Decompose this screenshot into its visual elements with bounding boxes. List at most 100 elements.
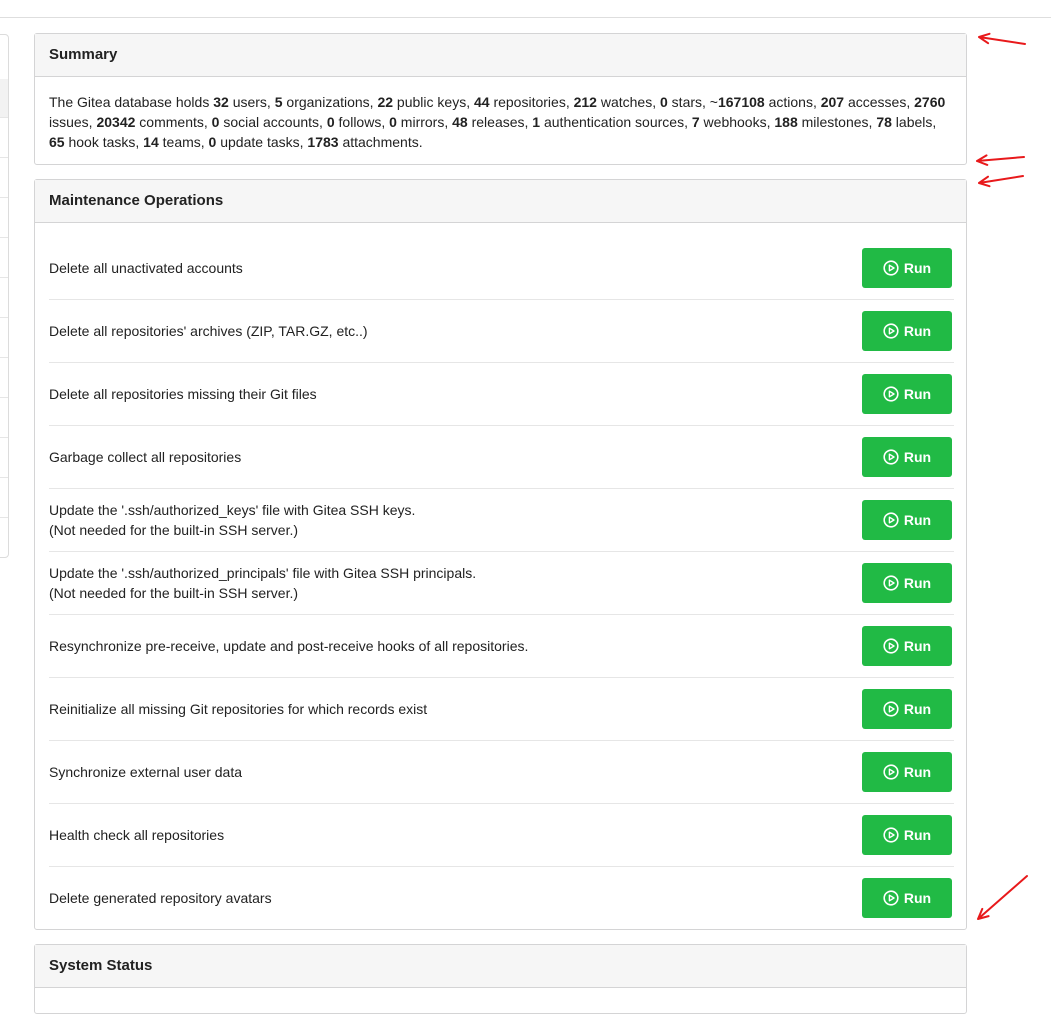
run-button[interactable]: Run [862, 500, 952, 540]
operation-description: Synchronize external user data [49, 762, 242, 782]
operation-description-line: Delete all repositories missing their Gi… [49, 386, 317, 402]
operation-description-line: Health check all repositories [49, 827, 225, 843]
operation-description-line: Synchronize external user data [49, 764, 242, 780]
summary-count: 20342 [96, 114, 136, 130]
sidebar-divider [0, 117, 8, 118]
summary-count: 78 [876, 114, 892, 130]
summary-count: 167108 [717, 94, 765, 110]
sidebar-divider [0, 317, 8, 318]
maintenance-header: Maintenance Operations [35, 180, 966, 223]
summary-label: labels, [891, 114, 937, 130]
top-header-bar [0, 0, 1051, 18]
run-button-label: Run [903, 575, 932, 591]
run-button[interactable]: Run [862, 878, 952, 918]
run-button[interactable]: Run [862, 752, 952, 792]
run-button-label: Run [903, 827, 932, 843]
play-circle-icon [883, 764, 899, 780]
sidebar-divider [0, 277, 8, 278]
summary-label: update tasks, [216, 134, 308, 150]
run-button-label: Run [903, 638, 932, 654]
summary-label: hook tasks, [64, 134, 144, 150]
operation-description: Health check all repositories [49, 825, 224, 845]
play-circle-icon [883, 701, 899, 717]
operation-note: (Not needed for the built-in SSH server.… [49, 585, 299, 601]
run-button[interactable]: Run [862, 626, 952, 666]
summary-label: mirrors, [396, 114, 453, 130]
admin-sidebar-menu[interactable] [0, 34, 9, 558]
operation-row: Resynchronize pre-receive, update and po… [49, 615, 954, 678]
run-button[interactable]: Run [862, 248, 952, 288]
play-circle-icon [883, 575, 899, 591]
red-arrow-icon [978, 175, 1024, 188]
summary-count: 188 [774, 114, 798, 130]
operation-row: Delete all unactivated accounts Run [49, 237, 954, 300]
run-button-label: Run [903, 890, 932, 906]
sidebar-selected-item[interactable] [0, 79, 8, 117]
operation-note: (Not needed for the built-in SSH server.… [49, 522, 299, 538]
operation-description-line: Update the '.ssh/authorized_keys' file w… [49, 502, 416, 518]
summary-text: The Gitea database holds 32 users, 5 org… [35, 77, 966, 152]
play-circle-icon [883, 386, 899, 402]
operation-description: Delete all unactivated accounts [49, 258, 243, 278]
run-button[interactable]: Run [862, 563, 952, 603]
summary-label: watches, [596, 94, 660, 110]
sidebar-divider [0, 197, 8, 198]
run-button[interactable]: Run [862, 815, 952, 855]
summary-label: teams, [158, 134, 209, 150]
run-button-label: Run [903, 512, 932, 528]
summary-count: 207 [820, 94, 845, 110]
summary-label: social accounts, [219, 114, 327, 130]
operation-description-line: Garbage collect all repositories [49, 449, 242, 465]
run-button[interactable]: Run [862, 374, 952, 414]
run-button-label: Run [903, 449, 932, 465]
sidebar-divider [0, 517, 8, 518]
operations-list: Delete all unactivated accounts Run Delete… [35, 223, 966, 929]
sidebar-divider [0, 357, 8, 358]
summary-header: Summary [35, 34, 966, 77]
summary-count: 1 [532, 114, 541, 130]
run-button-label: Run [903, 260, 932, 276]
summary-label: comments, [135, 114, 212, 130]
play-circle-icon [883, 449, 899, 465]
summary-label: attachments. [338, 134, 423, 150]
summary-count: 32 [213, 94, 229, 110]
sidebar-divider [0, 477, 8, 478]
summary-label: public keys, [393, 94, 474, 110]
operation-row: Delete generated repository avatars Run [49, 867, 954, 929]
play-circle-icon [883, 638, 899, 654]
operation-description-line: Resynchronize pre-receive, update and po… [49, 638, 529, 654]
operation-description: Resynchronize pre-receive, update and po… [49, 636, 528, 656]
summary-count: 0 [389, 114, 397, 130]
run-button-label: Run [903, 764, 932, 780]
operation-row: Update the '.ssh/authorized_keys' file w… [49, 489, 954, 552]
summary-label: organizations, [282, 94, 378, 110]
summary-count: 7 [691, 114, 700, 130]
summary-count: 14 [143, 134, 159, 150]
summary-label: milestones, [797, 114, 877, 130]
summary-label: issues, [49, 114, 97, 130]
red-arrow-icon [977, 875, 1028, 920]
operation-description-line: Delete generated repository avatars [49, 890, 272, 906]
summary-count: 48 [452, 114, 468, 130]
operation-row: Synchronize external user data Run [49, 741, 954, 804]
run-button[interactable]: Run [862, 437, 952, 477]
play-circle-icon [883, 890, 899, 906]
play-circle-icon [883, 323, 899, 339]
operation-description: Reinitialize all missing Git repositorie… [49, 699, 427, 719]
sidebar-divider [0, 437, 8, 438]
run-button-label: Run [903, 386, 932, 402]
operation-description-line: Update the '.ssh/authorized_principals' … [49, 565, 477, 581]
run-button-label: Run [903, 701, 932, 717]
run-button[interactable]: Run [862, 311, 952, 351]
operation-description: Delete all repositories' archives (ZIP, … [49, 321, 368, 341]
operation-description: Update the '.ssh/authorized_principals' … [49, 563, 476, 603]
run-button-label: Run [903, 323, 932, 339]
red-arrow-icon [978, 32, 1026, 45]
summary-count: 212 [573, 94, 597, 110]
summary-count: 0 [660, 94, 668, 110]
operation-description: Delete generated repository avatars [49, 888, 272, 908]
maintenance-operations-panel: Maintenance Operations Delete all unacti… [34, 179, 967, 930]
operation-description-line: Delete all repositories' archives (ZIP, … [49, 323, 368, 339]
summary-label: The Gitea database holds [49, 94, 214, 110]
run-button[interactable]: Run [862, 689, 952, 729]
